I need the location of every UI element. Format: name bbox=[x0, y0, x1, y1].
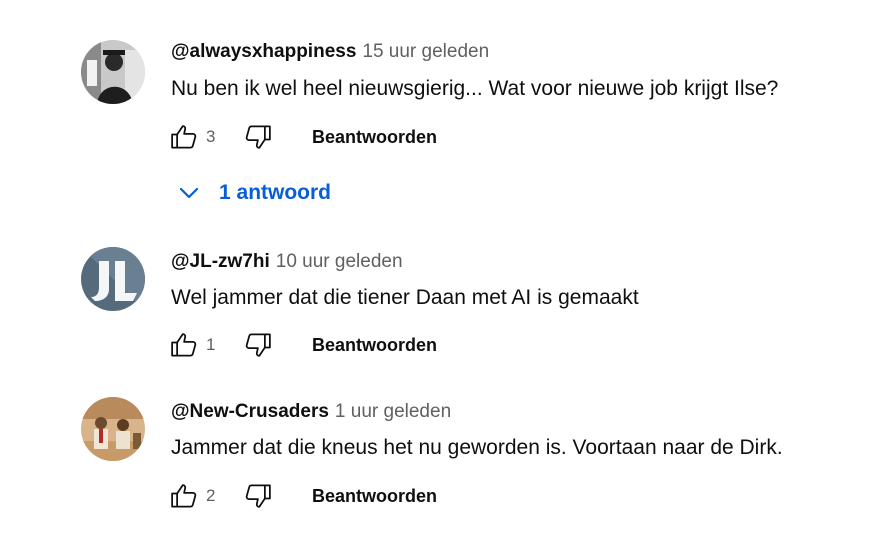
reply-button[interactable]: Beantwoorden bbox=[312, 127, 437, 148]
thumb-up-icon bbox=[171, 484, 197, 508]
like-count: 2 bbox=[206, 486, 216, 505]
avatar-image bbox=[81, 397, 145, 461]
like-button[interactable] bbox=[166, 327, 202, 363]
avatar[interactable] bbox=[81, 40, 145, 104]
avatar[interactable] bbox=[81, 397, 145, 461]
comment-text: Jammer dat die kneus het nu geworden is.… bbox=[171, 436, 783, 459]
thumb-down-icon bbox=[245, 484, 271, 508]
comment-text: Nu ben ik wel heel nieuwsgierig... Wat v… bbox=[171, 77, 779, 100]
timestamp[interactable]: 10 uur geleden bbox=[276, 251, 403, 272]
comment-header: @JL-zw7hi 10 uur geleden bbox=[171, 250, 403, 274]
avatar-image bbox=[81, 247, 145, 311]
comment-header: @New-Crusaders 1 uur geleden bbox=[171, 400, 451, 424]
dislike-button[interactable] bbox=[240, 327, 276, 363]
chevron-down-icon bbox=[176, 180, 202, 206]
reply-button[interactable]: Beantwoorden bbox=[312, 335, 437, 356]
comment-header: @alwaysxhappiness 15 uur geleden bbox=[171, 40, 489, 64]
avatar-image bbox=[81, 40, 145, 104]
comment-actions: 2 Beantwoorden bbox=[166, 478, 437, 514]
dislike-button[interactable] bbox=[240, 478, 276, 514]
like-count: 3 bbox=[206, 127, 216, 146]
author-name[interactable]: @JL-zw7hi bbox=[171, 251, 270, 272]
reply-button[interactable]: Beantwoorden bbox=[312, 486, 437, 507]
thumb-up-icon bbox=[171, 125, 197, 149]
author-name[interactable]: @alwaysxhappiness bbox=[171, 41, 356, 62]
comment-text: Wel jammer dat die tiener Daan met AI is… bbox=[171, 286, 639, 309]
like-count: 1 bbox=[206, 335, 216, 354]
like-button[interactable] bbox=[166, 119, 202, 155]
dislike-button[interactable] bbox=[240, 119, 276, 155]
show-replies-button[interactable]: 1 antwoord bbox=[176, 176, 331, 210]
avatar[interactable] bbox=[81, 247, 145, 311]
like-button[interactable] bbox=[166, 478, 202, 514]
thumb-down-icon bbox=[245, 125, 271, 149]
timestamp[interactable]: 15 uur geleden bbox=[362, 41, 489, 62]
timestamp[interactable]: 1 uur geleden bbox=[335, 401, 451, 422]
thumb-down-icon bbox=[245, 333, 271, 357]
replies-count-label: 1 antwoord bbox=[219, 181, 332, 204]
thumb-up-icon bbox=[171, 333, 197, 357]
comment-actions: 1 Beantwoorden bbox=[166, 327, 437, 363]
author-name[interactable]: @New-Crusaders bbox=[171, 401, 329, 422]
comment-actions: 3 Beantwoorden bbox=[166, 119, 437, 155]
